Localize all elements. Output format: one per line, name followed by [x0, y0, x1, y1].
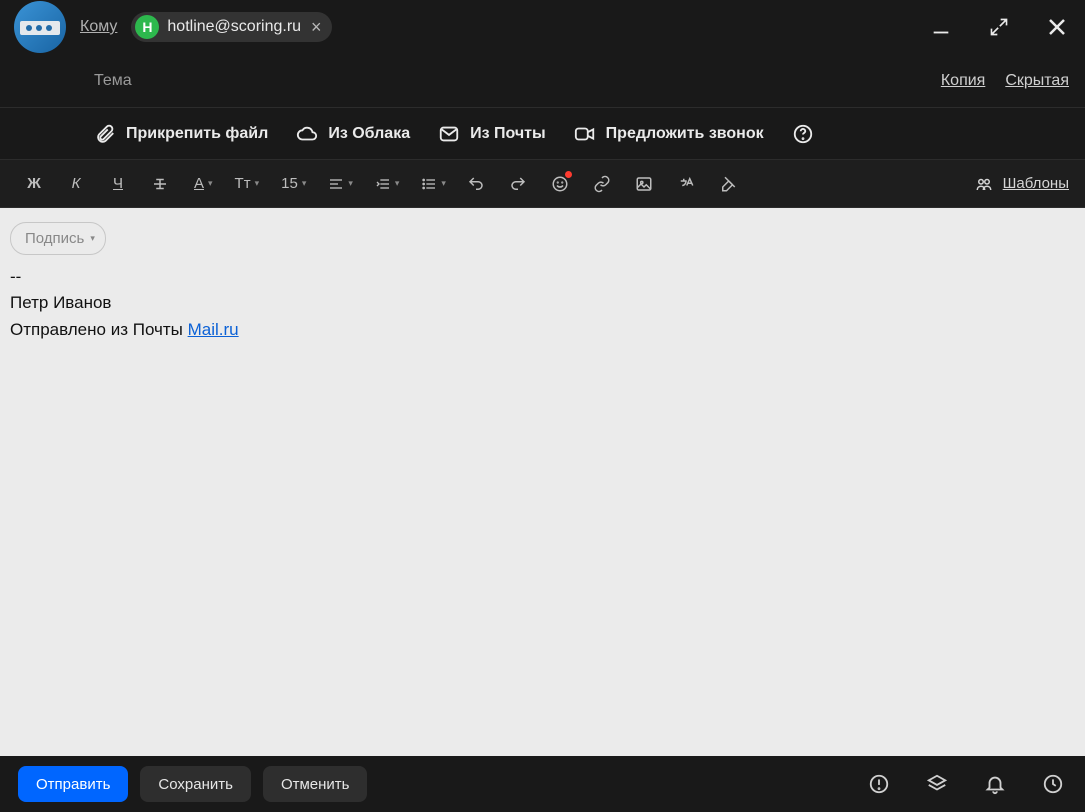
attach-file-label: Прикрепить файл [126, 125, 268, 143]
redo-button[interactable] [502, 168, 534, 200]
list-button[interactable]: ▾ [413, 168, 450, 200]
attach-mail-button[interactable]: Из Почты [438, 123, 546, 145]
link-button[interactable] [586, 168, 618, 200]
signature-sent-line: Отправлено из Почты Mail.ru [10, 317, 1075, 343]
important-icon[interactable] [865, 770, 893, 798]
bold-button[interactable]: Ж [18, 168, 50, 200]
emoji-notification-dot [565, 171, 572, 178]
remove-recipient-icon[interactable]: × [309, 18, 324, 36]
cc-link[interactable]: Копия [941, 72, 985, 90]
help-button[interactable] [792, 123, 814, 145]
mail-icon [438, 123, 460, 145]
cloud-icon [296, 123, 318, 145]
send-button[interactable]: Отправить [18, 766, 128, 802]
close-icon[interactable] [1045, 15, 1069, 39]
templates-button[interactable]: Шаблоны [975, 175, 1069, 193]
clear-format-button[interactable] [712, 168, 744, 200]
signature-name: Петр Иванов [10, 290, 1075, 316]
help-icon [792, 123, 814, 145]
video-icon [574, 123, 596, 145]
attach-cloud-label: Из Облака [328, 125, 410, 143]
align-button[interactable]: ▾ [320, 168, 357, 200]
format-toolbar: Ж К Ч А▾ Tᴛ▾ 15▾ ▾ ▾ ▾ [0, 160, 1085, 208]
propose-call-label: Предложить звонок [606, 125, 764, 143]
indent-button[interactable]: ▾ [367, 168, 404, 200]
to-label[interactable]: Кому [80, 18, 117, 36]
emoji-button[interactable] [544, 168, 576, 200]
signature-separator: -- [10, 264, 1075, 290]
minimize-icon[interactable] [929, 15, 953, 39]
expand-icon[interactable] [987, 15, 1011, 39]
translate-button[interactable] [670, 168, 702, 200]
strikethrough-button[interactable] [144, 168, 176, 200]
subject-input[interactable] [94, 72, 921, 90]
signature-selector[interactable]: Подпись ▾ [10, 222, 106, 255]
font-size-button[interactable]: 15▾ [273, 168, 310, 200]
subject-row: Копия Скрытая [0, 54, 1085, 108]
sender-avatar[interactable] [14, 1, 66, 53]
italic-button[interactable]: К [60, 168, 92, 200]
notify-icon[interactable] [981, 770, 1009, 798]
recipient-chip[interactable]: Н hotline@scoring.ru × [131, 12, 331, 42]
templates-label: Шаблоны [1003, 175, 1069, 192]
propose-call-button[interactable]: Предложить звонок [574, 123, 764, 145]
text-case-button[interactable]: Tᴛ▾ [227, 168, 264, 200]
bcc-link[interactable]: Скрытая [1005, 72, 1069, 90]
cancel-button[interactable]: Отменить [263, 766, 368, 802]
underline-button[interactable]: Ч [102, 168, 134, 200]
text-color-button[interactable]: А▾ [186, 168, 217, 200]
attach-mail-label: Из Почты [470, 125, 546, 143]
image-button[interactable] [628, 168, 660, 200]
mailru-link[interactable]: Mail.ru [188, 320, 239, 339]
chevron-down-icon: ▾ [90, 232, 95, 246]
window-controls [929, 15, 1069, 39]
recipient-email: hotline@scoring.ru [167, 18, 301, 36]
undo-button[interactable] [460, 168, 492, 200]
footer: Отправить Сохранить Отменить [0, 756, 1085, 812]
attach-cloud-button[interactable]: Из Облака [296, 123, 410, 145]
receipt-icon[interactable] [923, 770, 951, 798]
paperclip-icon [94, 123, 116, 145]
recipient-avatar: Н [135, 15, 159, 39]
attach-file-button[interactable]: Прикрепить файл [94, 123, 268, 145]
signature-label: Подпись [25, 227, 84, 250]
attach-row: Прикрепить файл Из Облака Из Почты Предл… [0, 108, 1085, 160]
schedule-icon[interactable] [1039, 770, 1067, 798]
to-row: Кому Н hotline@scoring.ru × [0, 0, 1085, 54]
editor-body[interactable]: Подпись ▾ -- Петр Иванов Отправлено из П… [0, 208, 1085, 756]
save-button[interactable]: Сохранить [140, 766, 251, 802]
